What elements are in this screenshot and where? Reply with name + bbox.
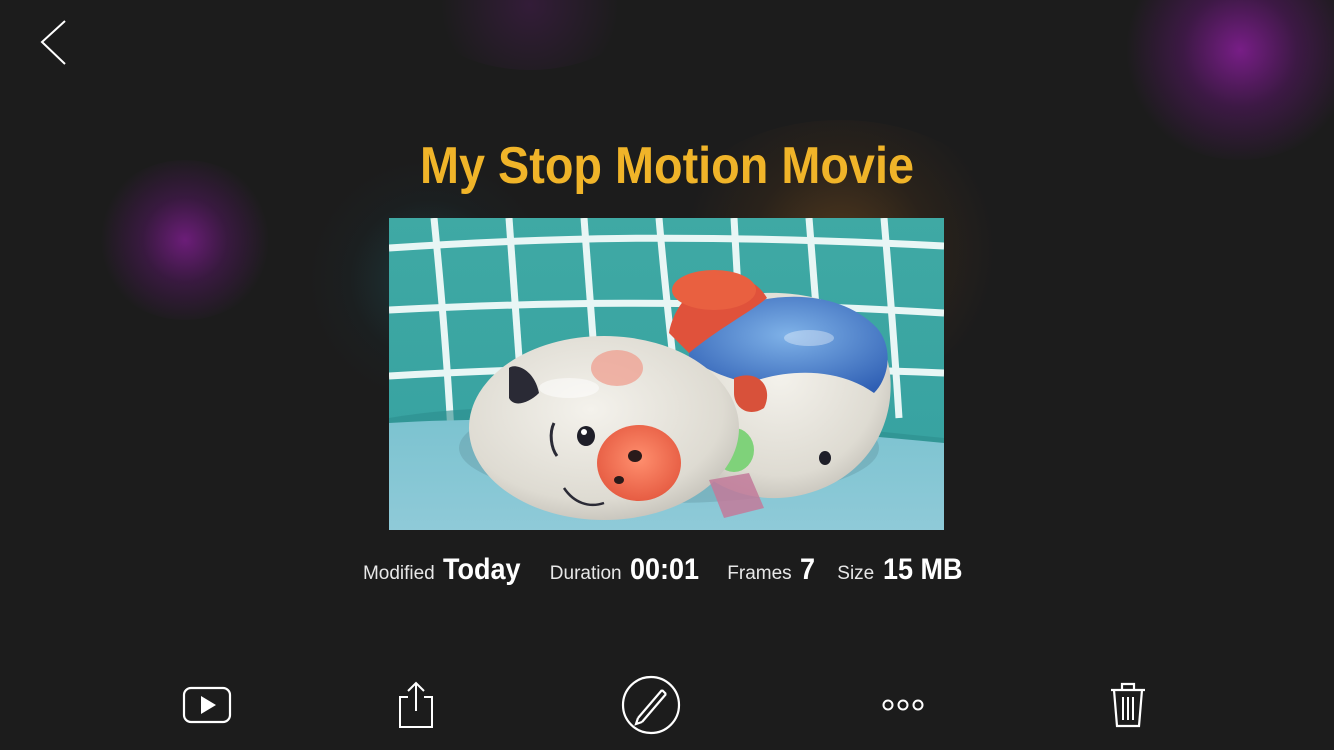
size-label: Size xyxy=(837,563,875,584)
frames-value: 7 xyxy=(800,553,816,586)
duration-value: 00:01 xyxy=(630,553,700,586)
modified-value: Today xyxy=(443,553,521,586)
background-glow-top-middle xyxy=(420,0,640,70)
duration-label: Duration xyxy=(549,563,622,584)
duration-info: Duration 00:01 xyxy=(550,553,707,587)
back-button[interactable] xyxy=(30,18,80,68)
size-value: 15 MB xyxy=(882,553,963,586)
movie-metadata: Modified Today Duration 00:01 Frames 7 S… xyxy=(0,553,1334,587)
share-icon xyxy=(399,681,433,728)
more-button[interactable] xyxy=(870,672,936,738)
movie-detail-screen: My Stop Motion Movie Modified Today Dura… xyxy=(0,0,1334,750)
more-icon xyxy=(882,699,924,711)
delete-button[interactable] xyxy=(1095,672,1161,738)
frames-label: Frames xyxy=(727,563,792,584)
size-info: Size 15 MB xyxy=(837,553,971,587)
trash-icon xyxy=(1111,682,1145,728)
chevron-left-icon xyxy=(40,20,66,65)
pig-figurine-image xyxy=(389,218,944,530)
movie-thumbnail[interactable] xyxy=(389,218,944,530)
modified-label: Modified xyxy=(362,563,435,584)
frames-info: Frames 7 xyxy=(727,553,817,587)
movie-title: My Stop Motion Movie xyxy=(420,137,914,195)
play-icon xyxy=(182,686,232,724)
play-button[interactable] xyxy=(174,672,240,738)
modified-info: Modified Today xyxy=(363,553,529,587)
share-button[interactable] xyxy=(383,672,449,738)
edit-button[interactable] xyxy=(618,672,684,738)
edit-pencil-icon xyxy=(621,675,681,735)
